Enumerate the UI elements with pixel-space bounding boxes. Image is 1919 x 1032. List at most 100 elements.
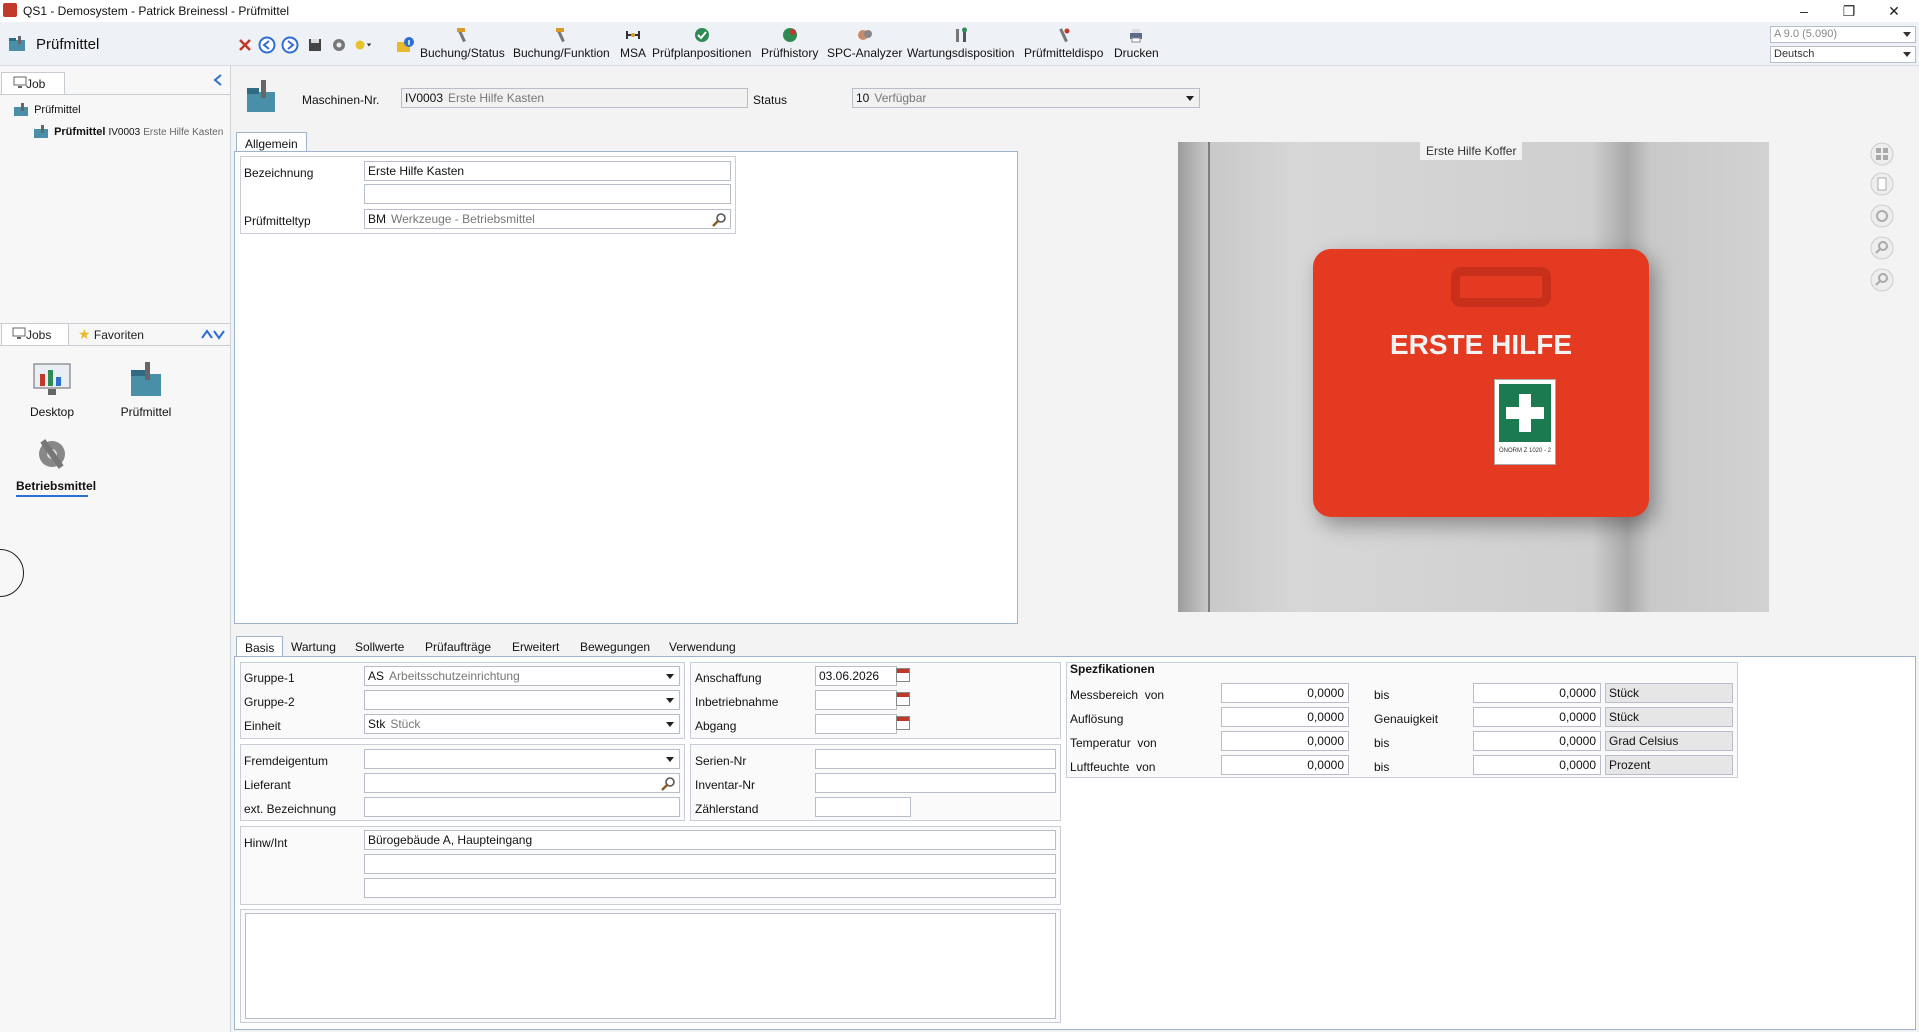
gruppe1-select[interactable]: AS Arbeitsschutzeinrichtung <box>364 666 680 686</box>
document-icon[interactable] <box>1870 172 1894 196</box>
ext-bezeichnung-field[interactable] <box>364 797 680 817</box>
search-icon[interactable] <box>712 212 727 227</box>
gear-wrench-icon <box>39 439 65 469</box>
pruefmitteltyp-field[interactable]: BM Werkzeuge - Betriebsmittel <box>364 209 731 229</box>
spec-aufloesung-label: Auflösung <box>1070 712 1124 726</box>
tab-wartung[interactable]: Wartung <box>283 636 344 658</box>
machine-number-field[interactable]: IV0003 Erste Hilfe Kasten <box>401 88 748 108</box>
abgang-field[interactable] <box>815 714 897 734</box>
collapse-up-down-icon[interactable] <box>200 328 226 340</box>
pruefmittel-folder-icon <box>14 103 28 116</box>
luftfeuchte-unit: Prozent <box>1605 755 1733 775</box>
language-select[interactable]: Deutsch <box>1770 46 1916 63</box>
refresh-dropdown-icon[interactable] <box>354 36 372 54</box>
calendar-icon[interactable] <box>896 692 910 706</box>
tab-favoriten[interactable]: ★ Favoriten <box>78 326 144 343</box>
tree-child-pruefmittel[interactable]: Prüfmittel IV0003 Erste Hilfe Kasten <box>33 125 223 139</box>
tab-erweitert[interactable]: Erweitert <box>504 636 567 658</box>
maintenance-icon <box>955 27 967 42</box>
zoom-out-icon[interactable] <box>1870 268 1894 292</box>
luftfeuchte-from-field[interactable]: 0,0000 <box>1221 755 1349 775</box>
einheit-select[interactable]: Stk Stück <box>364 714 680 734</box>
monitor-icon <box>12 327 26 339</box>
tab-job[interactable]: Job <box>1 72 65 94</box>
bezeichnung2-field[interactable] <box>364 184 731 204</box>
einheit-label: Einheit <box>244 719 281 733</box>
serien-nr-field[interactable] <box>815 749 1056 769</box>
spec-bis-label: bis <box>1374 736 1390 750</box>
inspection-plan-icon <box>694 28 709 42</box>
booking-status-icon <box>457 28 467 43</box>
version-select[interactable]: A 9.0 (5.090) <box>1770 26 1916 43</box>
anschaffung-field[interactable]: 03.06.2026 <box>815 666 897 686</box>
tab-sollwerte[interactable]: Sollwerte <box>347 636 412 658</box>
tab-bewegungen[interactable]: Bewegungen <box>572 636 658 658</box>
spec-bis-label: bis <box>1374 760 1390 774</box>
status-label: Status <box>753 93 788 107</box>
toolbar-print[interactable]: Drucken <box>1114 26 1159 60</box>
tree-root-pruefmittel[interactable]: Prüfmittel <box>13 103 81 117</box>
save-icon[interactable] <box>306 36 324 54</box>
temperatur-to-field[interactable]: 0,0000 <box>1473 731 1601 751</box>
close-window-button[interactable]: ✕ <box>1871 0 1917 22</box>
tab-pruefauftraege[interactable]: Prüfaufträge <box>417 636 499 658</box>
serien-nr-label: Serien-Nr <box>695 754 747 768</box>
window-titlebar: QS1 - Demosystem - Patrick Breinessl - P… <box>0 0 1919 22</box>
messbereich-from-field[interactable]: 0,0000 <box>1221 683 1349 703</box>
module-toolbar: Prüfmittel Buchung/Status Buchung/Funkti… <box>0 22 1919 66</box>
hinw-int-field-1[interactable]: Bürogebäude A, Haupteingang <box>364 830 1056 850</box>
calendar-icon[interactable] <box>896 668 910 682</box>
norm-label: ÖNORM Z 1020 - 2 <box>1498 448 1551 454</box>
inbetriebnahme-field[interactable] <box>815 690 897 710</box>
hinw-int-field-3[interactable] <box>364 878 1056 898</box>
spec-luftfeuchte-label: Luftfeuchte von <box>1070 760 1156 774</box>
fremdeigentum-select[interactable] <box>364 749 680 769</box>
luftfeuchte-to-field[interactable]: 0,0000 <box>1473 755 1601 775</box>
bezeichnung-field[interactable]: Erste Hilfe Kasten <box>364 161 731 181</box>
lieferant-field[interactable] <box>364 773 680 793</box>
chevron-down-icon <box>666 722 674 727</box>
spec-messbereich-label: Messbereich von <box>1070 688 1165 702</box>
minimize-button[interactable]: – <box>1781 0 1827 22</box>
machine-number-label: Maschinen-Nr. <box>302 93 380 107</box>
spec-bis-label: bis <box>1374 688 1390 702</box>
tab-verwendung[interactable]: Verwendung <box>661 636 744 658</box>
gruppe2-select[interactable] <box>364 690 680 710</box>
genauigkeit-field[interactable]: 0,0000 <box>1473 707 1601 727</box>
back-icon[interactable] <box>258 36 276 54</box>
print-icon <box>1130 29 1143 43</box>
info-folder-icon[interactable] <box>396 36 414 54</box>
job-desktop[interactable]: Desktop <box>7 362 97 419</box>
lieferant-label: Lieferant <box>244 778 291 792</box>
aufloesung-field[interactable]: 0,0000 <box>1221 707 1349 727</box>
toolbar-booking-status[interactable]: Buchung/Status <box>420 26 505 60</box>
ext-bezeichnung-label: ext. Bezeichnung <box>244 802 337 816</box>
toolbar-dispo[interactable]: Prüfmitteldispo <box>1024 26 1103 60</box>
memo-textarea[interactable] <box>245 913 1056 1019</box>
zoom-in-icon[interactable] <box>1870 236 1894 260</box>
job-betriebsmittel[interactable]: Betriebsmittel <box>7 436 97 497</box>
forward-icon[interactable] <box>281 36 299 54</box>
maximize-button[interactable]: ❐ <box>1826 0 1872 22</box>
search-icon[interactable] <box>661 776 676 791</box>
hinw-int-field-2[interactable] <box>364 854 1056 874</box>
job-pruefmittel[interactable]: Prüfmittel <box>101 362 191 419</box>
toolbar-spc-analyzer[interactable]: SPC-Analyzer <box>827 26 902 60</box>
star-icon: ★ <box>78 326 91 342</box>
grid-view-icon[interactable] <box>1870 142 1894 166</box>
toolbar-history[interactable]: Prüfhistory <box>761 26 818 60</box>
toolbar-booking-function[interactable]: Buchung/Funktion <box>513 26 610 60</box>
temperatur-from-field[interactable]: 0,0000 <box>1221 731 1349 751</box>
toolbar-maintenance[interactable]: Wartungsdisposition <box>907 26 1015 60</box>
status-select[interactable]: 10 Verfügbar <box>852 88 1200 108</box>
rotate-icon[interactable] <box>1870 204 1894 228</box>
inventar-nr-field[interactable] <box>815 773 1056 793</box>
messbereich-to-field[interactable]: 0,0000 <box>1473 683 1601 703</box>
collapse-left-icon[interactable] <box>212 73 224 87</box>
toolbar-inspection-plan[interactable]: Prüfplanpositionen <box>652 26 751 60</box>
cancel-icon[interactable] <box>236 36 254 54</box>
zaehlerstand-field[interactable] <box>815 797 911 817</box>
calendar-icon[interactable] <box>896 716 910 730</box>
toolbar-msa[interactable]: MSA <box>620 26 646 60</box>
settings-icon[interactable] <box>330 36 348 54</box>
